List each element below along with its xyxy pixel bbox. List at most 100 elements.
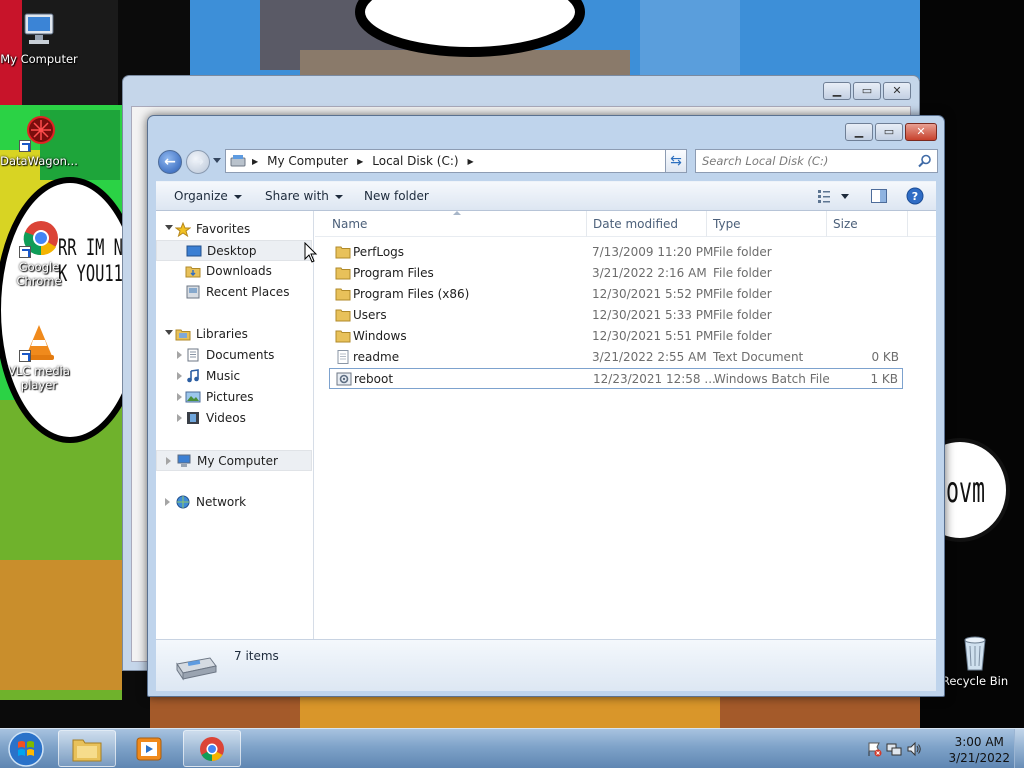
breadcrumb-my-computer[interactable]: My Computer — [267, 154, 348, 168]
breadcrumb: ▶ My Computer ▶ Local Disk (C:) ▶ — [252, 154, 483, 168]
help-button[interactable]: ? — [906, 187, 924, 208]
expand-arrow-icon[interactable] — [165, 498, 170, 506]
search-box[interactable] — [695, 149, 938, 173]
expand-arrow-icon[interactable] — [177, 393, 182, 401]
show-desktop-button[interactable] — [1014, 729, 1024, 768]
star-icon — [174, 221, 192, 238]
clock[interactable]: 3:00 AM 3/21/2022 — [948, 734, 1010, 766]
breadcrumb-local-disk[interactable]: Local Disk (C:) — [372, 154, 458, 168]
windows-logo-icon — [3, 731, 49, 768]
minimize-button[interactable]: ▁ — [845, 123, 873, 141]
nav-recent-places[interactable]: Recent Places — [156, 282, 312, 303]
share-with-button[interactable]: Share with — [265, 189, 343, 203]
change-view-button[interactable] — [816, 188, 852, 207]
nav-favorites[interactable]: Favorites — [156, 219, 312, 240]
organize-button[interactable]: Organize — [174, 189, 242, 203]
column-divider[interactable] — [826, 211, 827, 237]
file-row[interactable]: Program Files 3/21/2022 2:16 AM File fol… — [329, 263, 903, 284]
wallpaper-text-3: ovm — [946, 470, 986, 511]
file-row[interactable]: Windows 12/30/2021 5:51 PM File folder — [329, 326, 903, 347]
address-bar[interactable]: ▶ My Computer ▶ Local Disk (C:) ▶ — [225, 149, 687, 173]
desktop-icon-google-chrome[interactable]: Google Chrome — [0, 218, 78, 288]
chrome-icon — [19, 218, 59, 258]
expand-arrow-icon[interactable] — [165, 330, 173, 335]
minimize-icon: ▁ — [854, 125, 864, 138]
nav-pictures[interactable]: Pictures — [156, 387, 312, 408]
expand-arrow-icon[interactable] — [177, 351, 182, 359]
close-button[interactable]: ✕ — [905, 123, 937, 141]
svg-text:?: ? — [912, 190, 918, 203]
nav-label: My Computer — [197, 454, 278, 468]
file-row[interactable]: readme 3/21/2022 2:55 AM Text Document 0… — [329, 347, 903, 368]
column-header-name[interactable]: Name — [332, 217, 367, 231]
vlc-cone-icon — [19, 322, 59, 362]
nav-network[interactable]: Network — [156, 492, 312, 513]
nav-my-computer[interactable]: My Computer — [156, 450, 312, 471]
file-row[interactable]: Users 12/30/2021 5:33 PM File folder — [329, 305, 903, 326]
start-button[interactable] — [3, 730, 49, 768]
taskbar-explorer-button[interactable] — [58, 730, 116, 767]
nav-label: Documents — [206, 348, 275, 362]
refresh-button[interactable]: ⇆ — [665, 149, 687, 173]
file-row[interactable]: PerfLogs 7/13/2009 11:20 PM File folder — [329, 242, 903, 263]
file-date: 12/30/2021 5:51 PM — [592, 329, 714, 343]
notification-area: 3:00 AM 3/21/2022 — [854, 729, 1024, 768]
expand-arrow-icon[interactable] — [166, 457, 171, 465]
desktop-icon-vlc[interactable]: VLC media player — [0, 322, 78, 392]
chevron-right-icon[interactable]: ▶ — [357, 157, 363, 166]
desktop-icon-recycle-bin[interactable]: Recycle Bin — [936, 632, 1014, 688]
expand-arrow-icon[interactable] — [177, 414, 182, 422]
file-size: 1 KB — [870, 372, 898, 386]
file-name: Program Files (x86) — [353, 287, 470, 301]
chevron-right-icon[interactable]: ▶ — [252, 157, 258, 166]
command-bar: Organize Share with New folder ? — [156, 181, 936, 211]
column-divider[interactable] — [706, 211, 707, 237]
downloads-folder-icon — [185, 264, 201, 279]
forward-button[interactable]: → — [186, 150, 210, 174]
minimize-button[interactable]: ▁ — [823, 82, 851, 100]
computer-icon — [19, 10, 59, 50]
taskbar-media-player-button[interactable] — [120, 730, 178, 767]
nav-desktop[interactable]: Desktop — [156, 240, 312, 261]
search-input[interactable] — [702, 153, 912, 169]
column-divider[interactable] — [586, 211, 587, 237]
details-pane: 7 items — [156, 639, 936, 691]
nav-downloads[interactable]: Downloads — [156, 261, 312, 282]
libraries-icon — [175, 327, 191, 342]
nav-libraries[interactable]: Libraries — [156, 324, 312, 345]
column-divider[interactable] — [907, 211, 908, 237]
back-button[interactable]: ← — [158, 150, 182, 174]
explorer-window[interactable]: ▁ ▭ ✕ ← → ▶ My Computer ▶ Local Disk (C:… — [147, 115, 945, 697]
file-row[interactable]: reboot 12/23/2021 12:58 ... Windows Batc… — [329, 368, 903, 389]
file-row[interactable]: Program Files (x86) 12/30/2021 5:52 PM F… — [329, 284, 903, 305]
maximize-button[interactable]: ▭ — [853, 82, 881, 100]
network-status-icon[interactable] — [886, 741, 902, 760]
text-document-icon — [335, 350, 351, 364]
action-center-flag-icon[interactable] — [866, 741, 882, 760]
new-folder-button[interactable]: New folder — [364, 189, 429, 203]
expand-arrow-icon[interactable] — [177, 372, 182, 380]
column-header-size[interactable]: Size — [833, 217, 858, 231]
shortcut-arrow-icon — [19, 246, 31, 258]
preview-pane-button[interactable] — [870, 188, 888, 207]
expand-arrow-icon[interactable] — [165, 225, 173, 230]
drive-large-icon — [174, 650, 218, 685]
recent-pages-dropdown[interactable] — [213, 158, 221, 163]
file-name: Windows — [353, 329, 407, 343]
desktop-icon-my-computer[interactable]: My Computer — [0, 10, 78, 66]
column-header-type[interactable]: Type — [713, 217, 741, 231]
close-button[interactable]: ✕ — [883, 82, 911, 100]
folder-icon — [335, 329, 351, 343]
volume-icon[interactable] — [906, 741, 922, 760]
preview-pane-icon — [870, 189, 888, 207]
nav-videos[interactable]: Videos — [156, 408, 312, 429]
chevron-right-icon[interactable]: ▶ — [468, 157, 474, 166]
maximize-button[interactable]: ▭ — [875, 123, 903, 141]
file-date: 12/30/2021 5:33 PM — [592, 308, 714, 322]
chevron-down-icon — [233, 194, 242, 199]
nav-music[interactable]: Music — [156, 366, 312, 387]
desktop-icon-datawagon[interactable]: DataWagon... — [0, 112, 78, 168]
column-header-date[interactable]: Date modified — [593, 217, 678, 231]
taskbar-chrome-button[interactable] — [183, 730, 241, 767]
nav-documents[interactable]: Documents — [156, 345, 312, 366]
